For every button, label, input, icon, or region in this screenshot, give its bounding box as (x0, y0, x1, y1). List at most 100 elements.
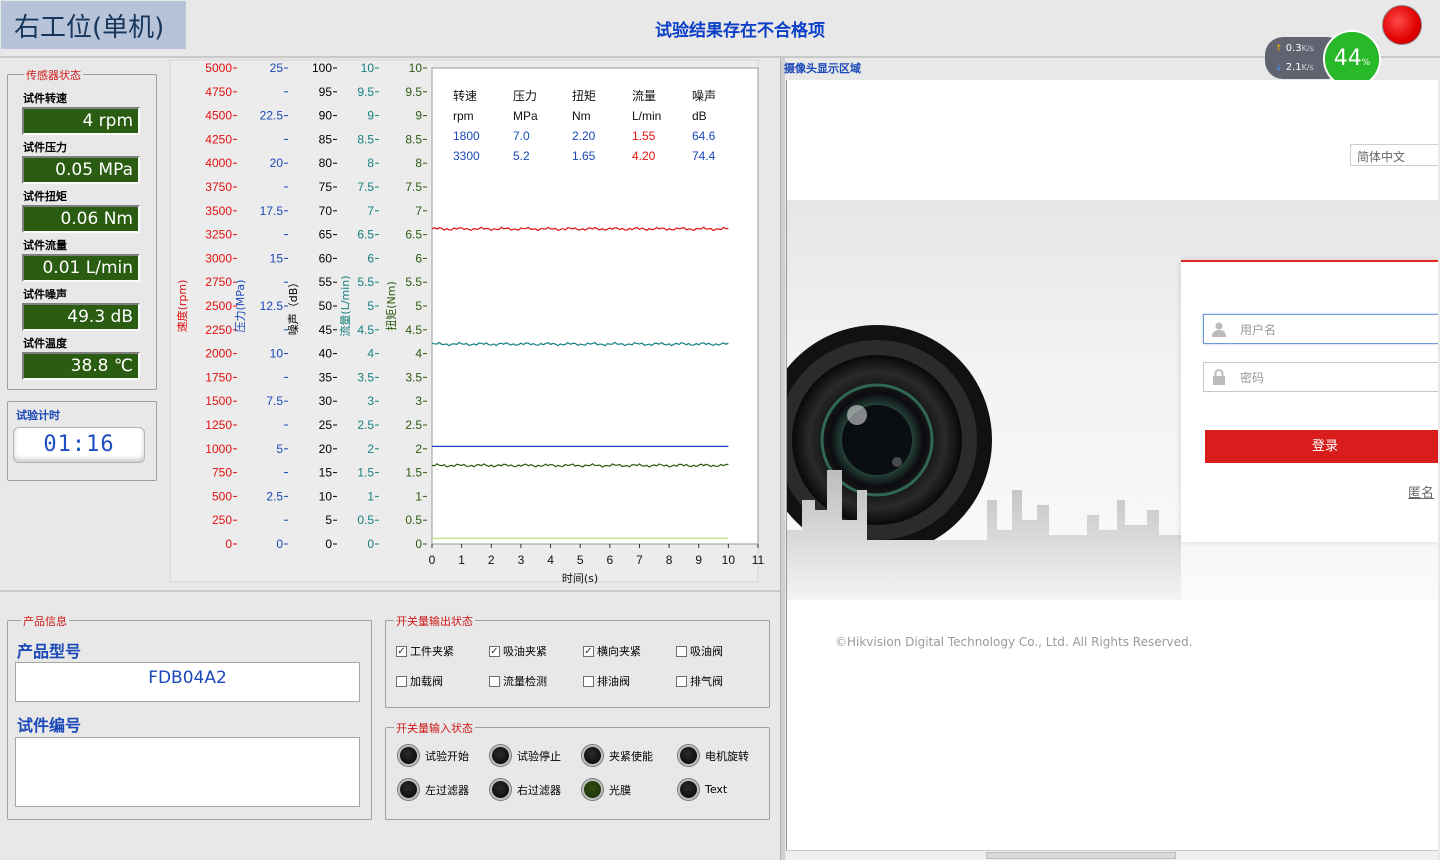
output-checkbox-label: 横向夹紧 (597, 645, 641, 658)
output-checkbox[interactable]: ✓ 工件夹紧 (396, 643, 454, 659)
input-indicator: 试验开始 (398, 745, 469, 766)
table-unit: dB (692, 109, 707, 123)
table-cell: 1.55 (632, 129, 656, 143)
y-tick-label: 60 (319, 251, 333, 265)
y-tick-label: 45 (319, 323, 333, 337)
output-checkbox-label: 吸油阀 (690, 645, 723, 658)
y-tick-label: 5000 (205, 61, 232, 75)
input-indicator: Text (678, 779, 727, 800)
sensor-status-group: 传感器状态 试件转速 4 rpm 试件压力 0.05 MPa 试件扭矩 0.06… (7, 67, 157, 390)
password-placeholder: 密码 (1240, 371, 1265, 385)
flow-readout: 0.01 L/min (22, 254, 140, 282)
upload-arrow-icon: ↑ (1275, 44, 1283, 54)
table-header: 压力 (513, 89, 537, 103)
checked-box-icon[interactable]: ✓ (396, 645, 407, 657)
output-checkbox-label: 加载阀 (410, 675, 443, 688)
y-tick-label: 7 (415, 204, 422, 218)
y-tick-label: 9.5 (405, 85, 422, 99)
y-tick-label: 5 (415, 299, 422, 313)
y-tick-label: 5.5 (405, 275, 422, 289)
unchecked-box-icon[interactable] (396, 675, 407, 687)
y-tick-label: 22.5 (260, 109, 284, 123)
table-unit: MPa (513, 109, 538, 123)
output-checkbox[interactable]: 排油阀 (583, 673, 630, 689)
x-tick-label: 11 (752, 553, 765, 567)
login-button[interactable]: 登录 (1205, 430, 1438, 463)
y-tick-label: 15 (270, 251, 284, 265)
unchecked-box-icon[interactable] (583, 675, 594, 687)
y-axis-label: 扭矩(Nm) (384, 281, 398, 331)
y-tick-label: 6.5 (357, 228, 374, 242)
pane-splitter[interactable] (780, 58, 785, 860)
output-checkbox[interactable]: 流量检测 (489, 673, 547, 689)
password-input[interactable]: 密码 (1203, 362, 1438, 392)
switch-output-group: 开关量输出状态 ✓ 工件夹紧 ✓ 吸油夹紧 ✓ 横向夹紧 吸油阀 加载阀 流量检测 排油阀 排气阀 (385, 613, 770, 708)
x-tick-label: 6 (606, 553, 613, 567)
unchecked-box-icon[interactable] (489, 675, 500, 687)
anonymous-login-link[interactable]: 匿名 (1408, 482, 1434, 501)
y-tick-label: 0 (225, 537, 232, 551)
table-unit: L/min (632, 109, 661, 123)
y-tick-label: 80 (319, 156, 333, 170)
y-tick-label: 8.5 (357, 132, 374, 146)
y-tick-label: 3 (415, 394, 422, 408)
y-tick-label: 3750 (205, 180, 232, 194)
scrollbar-thumb[interactable] (986, 852, 1176, 859)
indicator-led-icon (582, 779, 603, 800)
output-checkbox[interactable]: 加载阀 (396, 673, 443, 689)
speed-label: 试件转速 (23, 92, 67, 105)
input-indicator: 电机旋转 (678, 745, 749, 766)
y-tick-label: 40 (319, 347, 333, 361)
x-tick-label: 10 (722, 553, 736, 567)
username-input[interactable]: 用户名 (1203, 314, 1438, 344)
indicator-led-icon (678, 745, 699, 766)
y-tick-label: 1000 (205, 442, 232, 456)
output-checkbox[interactable]: 排气阀 (676, 673, 723, 689)
y-tick-label: 1250 (205, 418, 232, 432)
output-checkbox[interactable]: ✓ 横向夹紧 (583, 643, 641, 659)
y-tick-label: 10 (270, 347, 284, 361)
output-checkbox[interactable]: ✓ 吸油夹紧 (489, 643, 547, 659)
station-title: 右工位(单机) (1, 1, 186, 49)
table-cell: 64.6 (692, 129, 716, 143)
test-timer-display: 01:16 (13, 427, 145, 463)
download-speed: ↓ 2.1K/s (1275, 62, 1314, 73)
y-tick-label: 30 (319, 394, 333, 408)
unchecked-box-icon[interactable] (676, 675, 687, 687)
y-tick-label: 8 (415, 156, 422, 170)
unchecked-box-icon[interactable] (676, 645, 687, 657)
table-cell: 1800 (453, 129, 480, 143)
output-checkbox[interactable]: 吸油阀 (676, 643, 723, 659)
x-tick-label: 8 (666, 553, 673, 567)
y-tick-label: 9 (415, 109, 422, 123)
y-tick-label: 1 (367, 489, 374, 503)
y-tick-label: 10 (361, 61, 375, 75)
serial-number-field[interactable] (15, 737, 360, 807)
y-tick-label: 4 (415, 347, 422, 361)
lock-icon (1213, 369, 1225, 385)
y-tick-label: 4.5 (405, 323, 422, 337)
output-checkbox-label: 流量检测 (503, 675, 547, 688)
y-tick-label: 35 (319, 370, 333, 384)
language-select[interactable]: 简体中文 (1350, 144, 1438, 166)
checked-box-icon[interactable]: ✓ (489, 645, 500, 657)
output-checkbox-label: 吸油夹紧 (503, 645, 547, 658)
product-model-field[interactable]: FDB04A2 (15, 662, 360, 702)
input-indicator-label: 左过滤器 (425, 783, 469, 797)
indicator-led-icon (678, 779, 699, 800)
switch-input-group: 开关量输入状态 试验开始 试验停止 夹紧使能 电机旋转 左过滤器 右过滤器 光膜 Text (385, 720, 770, 820)
switch-output-legend: 开关量输出状态 (394, 613, 475, 629)
checked-box-icon[interactable]: ✓ (583, 645, 594, 657)
test-timer-group: 试验计时 01:16 (7, 401, 157, 481)
y-axis-label: 速度(rpm) (175, 280, 189, 333)
input-indicator: 试验停止 (490, 745, 561, 766)
y-tick-label: 3 (367, 394, 374, 408)
y-tick-label: 4750 (205, 85, 232, 99)
login-card: 用户名 密码 登录 匿名 (1181, 260, 1438, 542)
noise-readout: 49.3 dB (22, 303, 140, 331)
y-tick-label: 20 (319, 442, 333, 456)
output-checkbox-label: 工件夹紧 (410, 645, 454, 658)
y-tick-label: 4000 (205, 156, 232, 170)
x-tick-label: 4 (547, 553, 554, 567)
horizontal-scrollbar[interactable] (786, 850, 1438, 860)
